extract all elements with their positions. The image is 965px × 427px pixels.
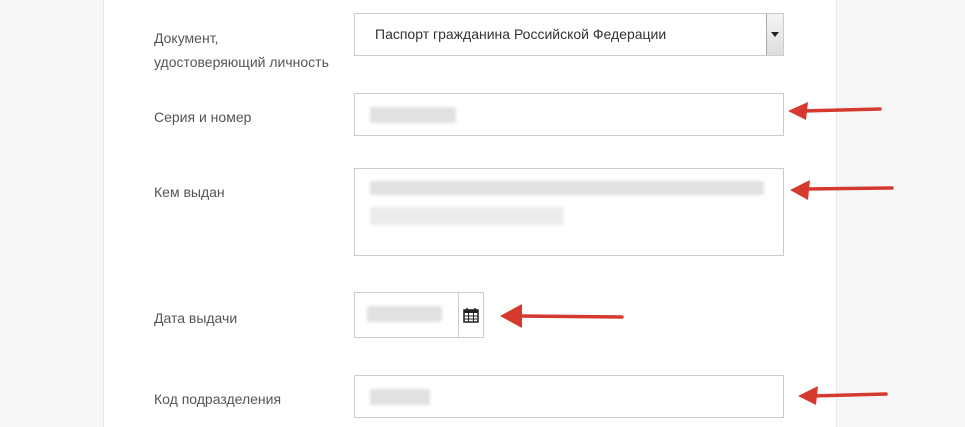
issued-by-label: Кем выдан — [154, 184, 225, 200]
calendar-icon — [463, 308, 479, 323]
chevron-down-icon[interactable] — [766, 14, 783, 55]
redacted-issue-date — [367, 306, 442, 322]
series-number-input[interactable] — [354, 93, 784, 136]
arrow-left-icon — [790, 180, 894, 200]
redacted-issued-by-line-1 — [370, 181, 764, 195]
arrow-left-icon — [788, 102, 882, 120]
redacted-division-code — [370, 389, 430, 405]
issue-date-input[interactable] — [354, 292, 459, 338]
redacted-issued-by-line-2 — [370, 207, 564, 225]
calendar-button[interactable] — [458, 292, 484, 338]
document-type-select[interactable]: Паспорт гражданина Российской Федерации — [354, 13, 784, 56]
issue-date-label: Дата выдачи — [154, 310, 238, 326]
division-code-input[interactable] — [354, 375, 784, 418]
issued-by-textarea[interactable] — [354, 168, 784, 256]
document-type-value: Паспорт гражданина Российской Федерации — [375, 26, 667, 42]
series-number-label: Серия и номер — [154, 109, 252, 125]
redacted-series-number — [370, 107, 456, 123]
document-type-label: Документ, удостоверяющий личность — [154, 30, 329, 70]
division-code-label: Код подразделения — [154, 391, 282, 407]
arrow-left-icon — [500, 304, 624, 328]
arrow-left-icon — [798, 386, 888, 405]
